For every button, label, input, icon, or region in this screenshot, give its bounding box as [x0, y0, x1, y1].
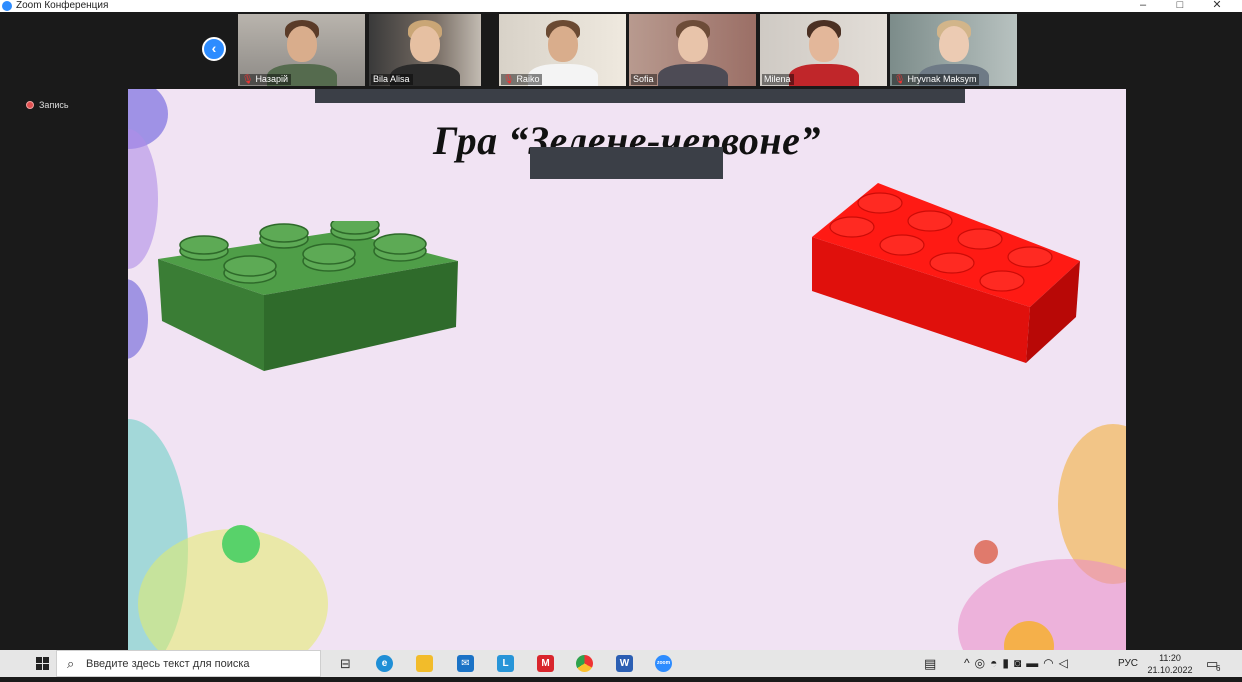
maximize-button[interactable]: □ — [1165, 0, 1195, 12]
close-button[interactable]: ✕ — [1202, 0, 1232, 12]
clock-time: 11:20 — [1159, 653, 1181, 663]
participant-video — [677, 26, 708, 62]
recording-label: Запись — [39, 100, 69, 110]
task-view-icon[interactable]: ⊟ — [337, 655, 354, 672]
participant-tile[interactable]: 🎙 Raiko — [499, 14, 626, 86]
participant-tile[interactable]: Milena — [760, 14, 887, 86]
mic-muted-icon: 🎙 — [242, 74, 254, 84]
taskbar-search-box[interactable]: ⌕ Введите здесь текст для поиска — [56, 650, 321, 677]
window-titlebar: Zoom Конференция – □ ✕ — [0, 0, 1242, 12]
zoom-logo-icon — [2, 1, 12, 11]
edge-icon[interactable]: e — [376, 655, 393, 672]
participant-name: Bila Alisa — [371, 74, 413, 85]
participant-tile[interactable]: Bila Alisa — [369, 14, 481, 86]
mic-muted-icon: 🎙 — [503, 74, 515, 84]
participant-video — [938, 26, 969, 62]
green-lego-brick-image — [158, 221, 458, 371]
search-placeholder: Введите здесь текст для поиска — [86, 658, 250, 670]
windows-start-button[interactable] — [36, 657, 50, 671]
search-icon: ⌕ — [67, 656, 75, 671]
participant-name: 🎙 Hryvnak Maksym — [892, 74, 980, 85]
recording-indicator[interactable]: Запись — [26, 99, 69, 111]
participant-video — [286, 26, 317, 62]
l-app-icon[interactable]: L — [497, 655, 514, 672]
mic-muted-icon: 🎙 — [894, 74, 906, 84]
redaction-band — [530, 147, 723, 179]
red-lego-brick-image — [812, 183, 1080, 363]
decor-blob — [128, 279, 148, 359]
windows-taskbar: ⌕ Введите здесь текст для поиска ⊟ e ✉ L… — [0, 650, 1242, 677]
word-icon[interactable]: W — [616, 655, 633, 672]
zoom-icon[interactable]: zoom — [655, 655, 672, 672]
participant-tile[interactable]: 🎙 Hryvnak Maksym — [890, 14, 1017, 86]
participant-name: 🎙 Raiko — [501, 74, 543, 85]
system-tray-icons[interactable]: ^◎◓▮◙▬◠◁ — [964, 650, 1073, 677]
mail-icon[interactable]: ✉ — [457, 655, 474, 672]
participant-name: Sofia — [631, 74, 657, 85]
news-widget-icon[interactable]: ▤ — [924, 650, 936, 677]
participant-tile[interactable]: Sofia — [629, 14, 756, 86]
mcafee-icon[interactable]: M — [537, 655, 554, 672]
decor-dot — [974, 540, 998, 564]
participant-tile[interactable]: 🎙 Назарій — [238, 14, 365, 86]
participant-name: 🎙 Назарій — [240, 74, 292, 85]
participant-video — [410, 26, 440, 62]
shared-screen-slide: Гра “Зелене-червоне” — [128, 89, 1126, 650]
taskbar-clock[interactable]: 11:20 21.10.2022 — [1142, 652, 1198, 676]
windows-logo-icon — [36, 657, 42, 663]
language-indicator[interactable]: РУС — [1118, 650, 1138, 677]
notifications-count: 6 — [1216, 664, 1221, 673]
redaction-band — [315, 89, 965, 103]
minimize-button[interactable]: – — [1128, 0, 1158, 12]
decor-dot — [222, 525, 260, 563]
file-explorer-icon[interactable] — [416, 655, 433, 672]
chrome-icon[interactable] — [576, 655, 593, 672]
record-dot-icon — [26, 101, 34, 109]
window-title: Zoom Конференция — [16, 0, 109, 11]
participant-name: Milena — [762, 74, 794, 85]
previous-participants-button[interactable]: ‹ — [202, 37, 226, 61]
clock-date: 21.10.2022 — [1147, 665, 1193, 675]
participant-video — [808, 26, 839, 62]
chevron-left-icon: ‹ — [211, 40, 217, 56]
participant-video — [547, 26, 578, 62]
